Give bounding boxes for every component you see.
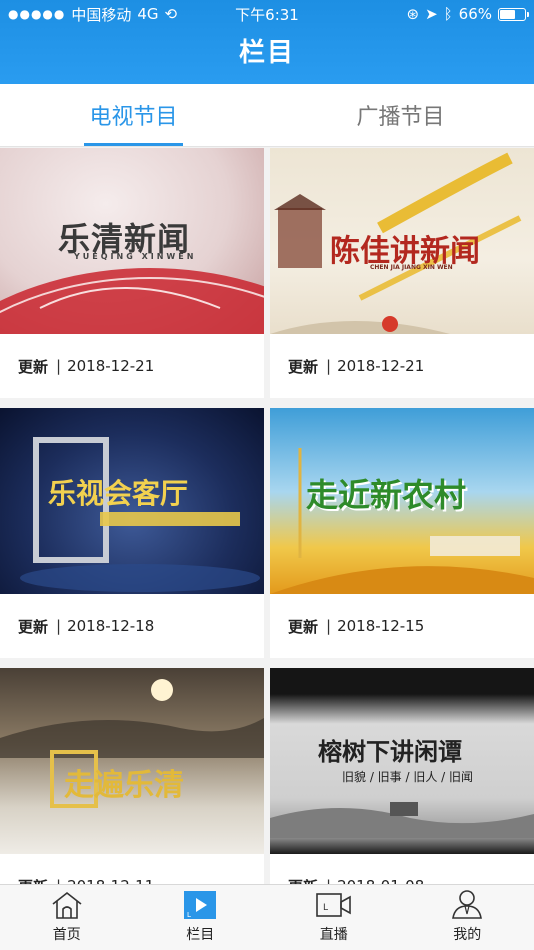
battery-icon bbox=[498, 7, 529, 21]
program-card[interactable]: 乐清新闻 YUEQING XINWEN 更新 | 2018-12-21 bbox=[0, 148, 264, 398]
update-label: 更新 bbox=[288, 617, 319, 636]
program-thumbnail: 陈佳讲新闻 CHEN JIA JIANG XIN WEN bbox=[270, 148, 534, 334]
svg-text:L: L bbox=[187, 911, 191, 919]
program-thumbnail: 榕树下讲闲谭 旧貌 / 旧事 / 旧人 / 旧闻 bbox=[270, 668, 534, 854]
program-card[interactable]: 走近新农村 更新 | 2018-12-15 bbox=[270, 408, 534, 658]
status-bar: ●●●●● 中国移动 4G ⟲ 下午6:31 ⊛ ➤ ᛒ 66% bbox=[0, 0, 534, 28]
update-label: 更新 bbox=[18, 617, 49, 636]
update-date: 2018-12-18 bbox=[67, 617, 155, 635]
profile-icon bbox=[452, 890, 483, 919]
program-meta: 更新 | 2018-12-21 bbox=[270, 334, 534, 398]
program-logo: 乐视会客厅 bbox=[48, 477, 189, 510]
program-thumbnail: 乐清新闻 YUEQING XINWEN bbox=[0, 148, 264, 334]
tab-tv-programs[interactable]: 电视节目 bbox=[0, 84, 267, 146]
clock: 下午6:31 bbox=[235, 6, 299, 24]
tabbar-label: 直播 bbox=[319, 927, 348, 943]
program-thumbnail: 走遍乐清 bbox=[0, 668, 264, 854]
app-header: ●●●●● 中国移动 4G ⟲ 下午6:31 ⊛ ➤ ᛒ 66% 栏目 bbox=[0, 0, 534, 84]
update-label: 更新 bbox=[18, 357, 49, 376]
tabbar-label: 栏目 bbox=[186, 927, 215, 943]
tab-label: 电视节目 bbox=[89, 105, 178, 130]
program-logo: 榕树下讲闲谭 bbox=[318, 737, 462, 766]
tab-label: 广播节目 bbox=[356, 105, 445, 130]
category-tabs: 电视节目 广播节目 bbox=[0, 84, 534, 147]
tabbar-label: 我的 bbox=[453, 927, 482, 943]
program-thumbnail: 乐视会客厅 bbox=[0, 408, 264, 594]
update-date: 2018-12-15 bbox=[337, 617, 425, 635]
update-label: 更新 bbox=[288, 357, 319, 376]
program-logo-subtitle: 旧貌 / 旧事 / 旧人 / 旧闻 bbox=[342, 770, 474, 784]
program-card[interactable]: 走遍乐清 更新 | 2018-12-11 bbox=[0, 668, 264, 918]
columns-icon: L bbox=[184, 891, 217, 919]
tabbar-item-columns[interactable]: L 栏目 bbox=[134, 885, 268, 950]
page-title: 栏目 bbox=[238, 38, 295, 68]
update-date: 2018-12-21 bbox=[67, 357, 155, 375]
program-thumbnail: 走近新农村 bbox=[270, 408, 534, 594]
program-meta: 更新 | 2018-12-15 bbox=[270, 594, 534, 658]
tabbar-item-live[interactable]: L 直播 bbox=[267, 885, 401, 950]
tabbar-label: 首页 bbox=[52, 927, 81, 943]
program-meta: 更新 | 2018-12-21 bbox=[0, 334, 264, 398]
home-icon bbox=[52, 891, 82, 919]
meta-separator: | bbox=[56, 357, 62, 375]
tabbar-item-profile[interactable]: 我的 bbox=[401, 885, 534, 950]
update-date: 2018-12-21 bbox=[337, 357, 425, 375]
program-logo-subtitle: CHEN JIA JIANG XIN WEN bbox=[370, 264, 453, 271]
program-card[interactable]: 乐视会客厅 更新 | 2018-12-18 bbox=[0, 408, 264, 658]
program-logo: 走遍乐清 bbox=[64, 768, 184, 803]
tab-radio-programs[interactable]: 广播节目 bbox=[267, 84, 534, 146]
program-meta: 更新 | 2018-12-18 bbox=[0, 594, 264, 658]
svg-text:L: L bbox=[323, 903, 328, 913]
bottom-tab-bar: 首页 L 栏目 L 直播 我的 bbox=[0, 884, 534, 950]
meta-separator: | bbox=[326, 617, 332, 635]
meta-separator: | bbox=[56, 617, 62, 635]
live-icon: L bbox=[315, 893, 351, 917]
program-card[interactable]: 陈佳讲新闻 CHEN JIA JIANG XIN WEN 更新 | 2018-1… bbox=[270, 148, 534, 398]
tabbar-item-home[interactable]: 首页 bbox=[0, 885, 134, 950]
program-logo-subtitle: YUEQING XINWEN bbox=[74, 252, 197, 261]
program-logo: 走近新农村 bbox=[306, 476, 467, 514]
meta-separator: | bbox=[326, 357, 332, 375]
program-card[interactable]: 榕树下讲闲谭 旧貌 / 旧事 / 旧人 / 旧闻 更新 | 2018-01-08 bbox=[270, 668, 534, 918]
